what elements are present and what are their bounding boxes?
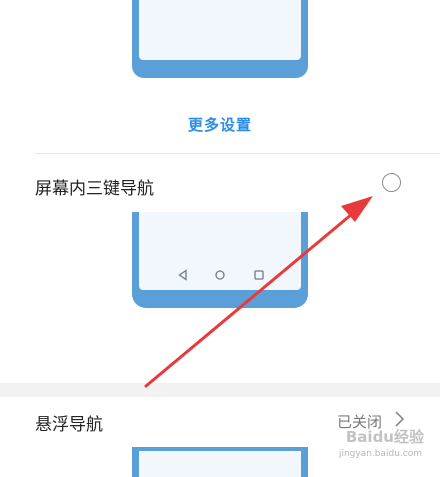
three-key-nav-label[interactable]: 屏幕内三键导航 [35, 174, 154, 199]
more-settings-link[interactable]: 更多设置 [0, 114, 440, 135]
baidu-watermark: Baidu经验 [345, 428, 424, 446]
home-circle-icon [215, 270, 225, 280]
watermark-url: jingyan.baidu.com [338, 449, 422, 459]
three-key-nav-radio[interactable] [382, 173, 401, 192]
three-key-nav-illustration [132, 212, 308, 308]
phone-screen [139, 212, 301, 290]
recents-square-icon [254, 270, 264, 280]
floating-nav-illustration [132, 447, 308, 477]
phone-screen [139, 0, 301, 60]
section-separator [0, 383, 440, 397]
divider [35, 153, 440, 154]
phone-screen [139, 451, 301, 477]
back-triangle-icon [178, 269, 187, 281]
gesture-nav-illustration [132, 0, 308, 78]
floating-nav-label[interactable]: 悬浮导航 [35, 410, 103, 435]
